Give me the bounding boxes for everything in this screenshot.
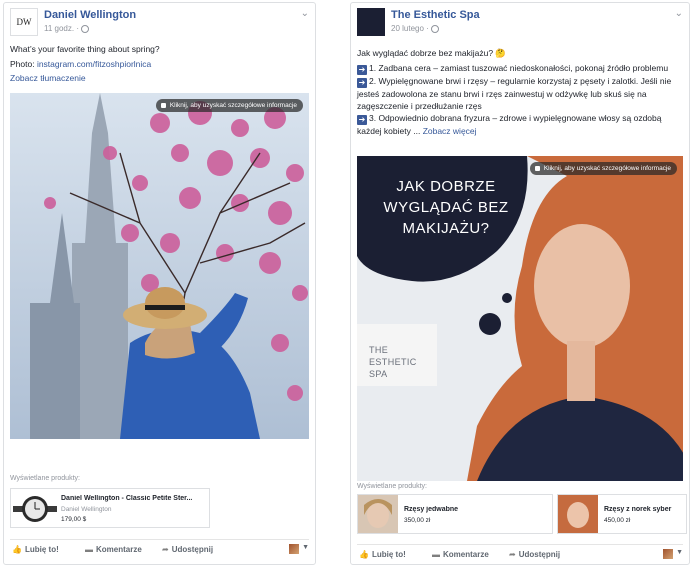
tooltip-text: Kliknij, aby uzyskać szczegółowe informa… <box>543 165 671 172</box>
like-button[interactable]: 👍 Lubię to! <box>359 550 406 559</box>
product-thumbnail <box>558 495 598 533</box>
chevron-down-icon[interactable]: ⌄ <box>675 8 683 19</box>
timestamp-text: 11 godz. · <box>44 24 79 33</box>
comment-icon: ▬ <box>432 550 440 559</box>
list-item: ➔ 2. Wypielęgnowane brwi i rzęsy – regula… <box>357 75 683 112</box>
headline-line: JAK DOBRZE <box>396 178 496 195</box>
page-name-link[interactable]: The Esthetic Spa <box>391 9 480 21</box>
share-button[interactable]: ➦ Udostępnij <box>509 550 560 559</box>
comment-icon: ▬ <box>85 545 93 554</box>
post-timestamp[interactable]: 11 godz. · <box>44 24 89 33</box>
product-card[interactable]: Rzęsy jedwabne 350,00 zł <box>357 494 553 534</box>
share-label: Udostępnij <box>518 550 561 559</box>
post-header: DW Daniel Wellington 11 godz. · ⌄ <box>10 8 309 38</box>
like-label: Lubię to! <box>371 550 406 559</box>
post-text: Jak wyglądać dobrze bez makijażu? 🤔 ➔ 1. … <box>357 47 683 137</box>
list-item: ➔ 1. Zadbana cera – zamiast tuszować nied… <box>357 62 683 75</box>
like-icon: 👍 <box>359 550 369 559</box>
globe-icon <box>80 24 89 33</box>
chevron-down-icon[interactable]: ⌄ <box>301 8 309 19</box>
logo-line: ESTHETIC <box>369 357 417 367</box>
instagram-link[interactable]: instagram.com/fitzoshpiorlnica <box>37 59 151 69</box>
ad-headline: JAK DOBRZE WYGLĄDAĆ BEZ MAKIJAŻU? <box>361 176 531 239</box>
globe-icon <box>430 24 439 33</box>
details-tooltip[interactable]: Kliknij, aby uzyskać szczegółowe informa… <box>155 99 303 112</box>
products-label: Wyświetlane produkty: <box>10 475 80 482</box>
product-card[interactable]: Daniel Wellington - Classic Petite Ster.… <box>10 488 210 528</box>
timestamp-text: 20 lutego · <box>391 24 429 33</box>
product-thumbnail <box>358 495 398 533</box>
viewer-avatar[interactable] <box>663 549 673 559</box>
share-icon: ➦ <box>509 550 516 559</box>
product-brand: Daniel Wellington <box>61 506 112 513</box>
product-price: 179,00 $ <box>61 516 87 523</box>
post-text: What’s your favorite thing about spring?… <box>10 43 309 84</box>
action-bar: 👍 Lubię to! ▬ Komentarze ➦ Udostępnij ▼ <box>357 544 683 563</box>
list-item-text: 3. Odpowiednio dobrana fryzura – zdrowe … <box>357 113 662 136</box>
comment-label: Komentarze <box>443 550 489 559</box>
page-avatar[interactable] <box>357 8 385 36</box>
see-translation-link[interactable]: Zobacz tłumaczenie <box>10 72 309 84</box>
product-title: Rzęsy z norek syber <box>604 506 672 513</box>
like-label: Lubię to! <box>24 545 59 554</box>
arrow-right-icon: ➔ <box>357 78 367 88</box>
avatar-monogram: DW <box>16 17 32 27</box>
post-image[interactable]: JAK DOBRZE WYGLĄDAĆ BEZ MAKIJAŻU? THE ES… <box>357 156 683 481</box>
arrow-right-icon: ➔ <box>357 115 367 125</box>
post-image[interactable]: Kliknij, aby uzyskać szczegółowe informa… <box>10 93 309 439</box>
product-title: Daniel Wellington - Classic Petite Ster.… <box>61 495 193 502</box>
product-price: 350,00 zł <box>404 517 431 524</box>
share-icon: ➦ <box>162 545 169 554</box>
photo-credit: Photo: instagram.com/fitzoshpiorlnica <box>10 58 309 70</box>
chevron-down-icon[interactable]: ▼ <box>676 549 683 556</box>
spa-logo: THE ESTHETIC SPA <box>369 344 417 380</box>
like-button[interactable]: 👍 Lubię to! <box>12 545 59 554</box>
post-esthetic-spa: The Esthetic Spa 20 lutego · ⌄ Jak wyglą… <box>350 2 690 565</box>
watch-thumbnail <box>13 496 57 522</box>
share-button[interactable]: ➦ Udostępnij <box>162 545 213 554</box>
chevron-down-icon[interactable]: ▼ <box>302 544 309 551</box>
page-name-link[interactable]: Daniel Wellington <box>44 9 136 21</box>
post-text-line: What’s your favorite thing about spring? <box>10 44 160 54</box>
list-item: ➔ 3. Odpowiednio dobrana fryzura – zdrowe… <box>357 112 683 137</box>
product-title: Rzęsy jedwabne <box>404 506 459 513</box>
comment-label: Komentarze <box>96 545 142 554</box>
post-timestamp[interactable]: 20 lutego · <box>391 24 439 33</box>
page-avatar[interactable]: DW <box>10 8 38 36</box>
products-label: Wyświetlane produkty: <box>357 483 427 490</box>
see-more-link[interactable]: Zobacz więcej <box>423 126 477 136</box>
photo-credit-prefix: Photo: <box>10 59 37 69</box>
post-header: The Esthetic Spa 20 lutego · ⌄ <box>357 8 683 38</box>
details-tooltip[interactable]: Kliknij, aby uzyskać szczegółowe informa… <box>529 162 677 175</box>
viewer-avatar[interactable] <box>289 544 299 554</box>
spring-photo <box>10 93 309 439</box>
comment-button[interactable]: ▬ Komentarze <box>432 550 489 559</box>
post-daniel-wellington: DW Daniel Wellington 11 godz. · ⌄ What’s… <box>3 2 316 565</box>
tooltip-text: Kliknij, aby uzyskać szczegółowe informa… <box>169 102 297 109</box>
list-item-text: 1. Zadbana cera – zamiast tuszować niedo… <box>369 63 669 73</box>
product-price: 450,00 zł <box>604 517 631 524</box>
arrow-right-icon: ➔ <box>357 65 367 75</box>
comment-button[interactable]: ▬ Komentarze <box>85 545 142 554</box>
share-label: Udostępnij <box>171 545 214 554</box>
action-bar: 👍 Lubię to! ▬ Komentarze ➦ Udostępnij ▼ <box>10 539 309 558</box>
headline-line: WYGLĄDAĆ BEZ <box>383 199 509 216</box>
like-icon: 👍 <box>12 545 22 554</box>
logo-line: SPA <box>369 369 388 379</box>
product-card[interactable]: Rzęsy z norek syber 450,00 zł <box>557 494 687 534</box>
post-intro: Jak wyglądać dobrze bez makijażu? 🤔 <box>357 48 507 58</box>
logo-line: THE <box>369 345 389 355</box>
list-item-text: 2. Wypielęgnowane brwi i rzęsy – regular… <box>357 76 672 111</box>
headline-line: MAKIJAŻU? <box>402 220 490 237</box>
